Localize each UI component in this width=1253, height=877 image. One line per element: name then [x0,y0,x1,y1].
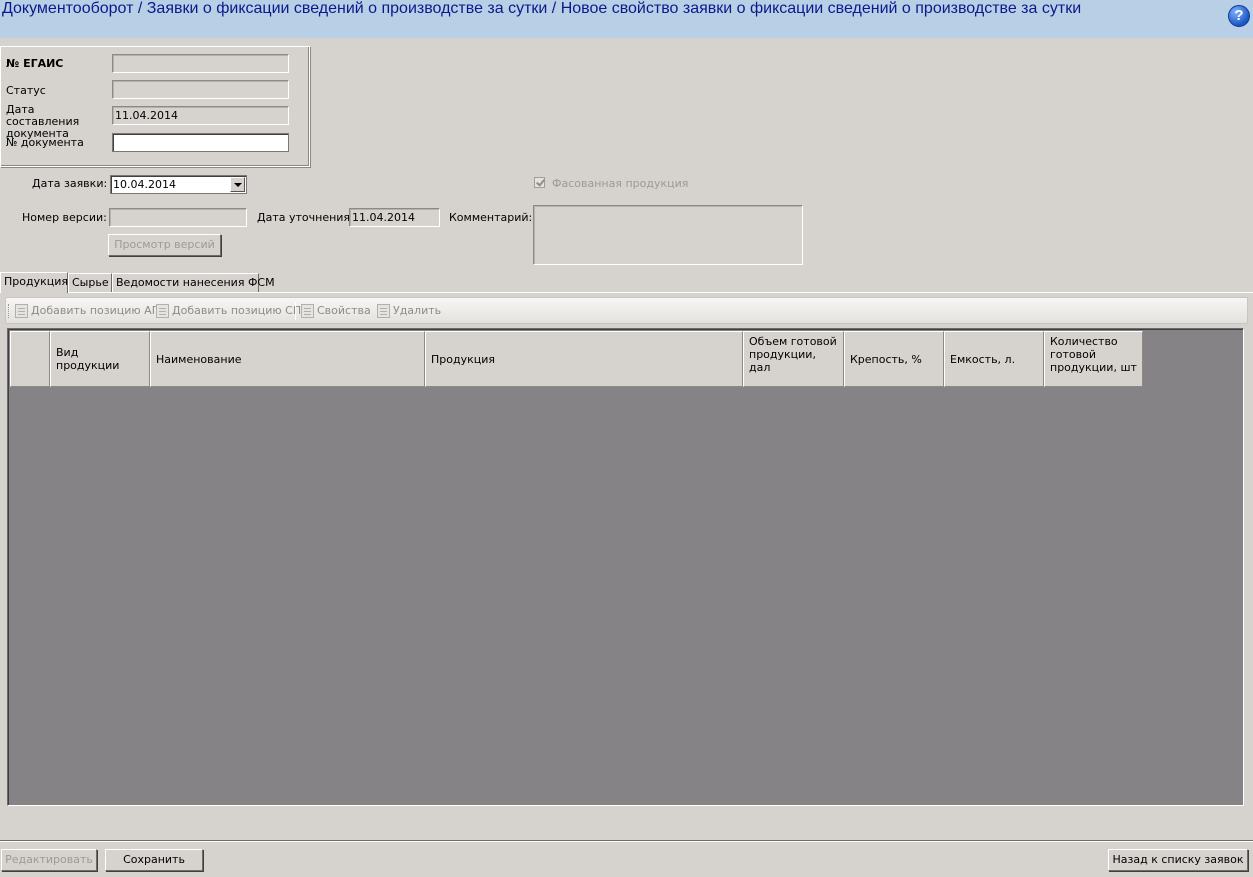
column-header-product-type[interactable]: Вид продукции [50,331,150,387]
toolbar-grip [8,304,10,318]
page-title: Документооборот / Заявки о фиксации свед… [2,0,1082,17]
delete-label: Удалить [393,304,442,317]
tab-fsm-statements[interactable]: Ведомости нанесения ФСМ [112,273,275,292]
doc-number-label: № документа [6,136,84,149]
version-field [109,208,247,227]
column-header-name[interactable]: Наименование [150,331,425,387]
column-header-capacity[interactable]: Емкость, л. [944,331,1044,387]
tab-divider [0,292,1253,293]
egais-field[interactable] [112,54,289,73]
status-label: Статус [6,84,46,97]
clarify-date-label: Дата уточнения: [257,211,354,224]
add-ap-button[interactable]: Добавить позицию АП [15,303,160,319]
column-header-select[interactable] [10,331,50,387]
request-date-value: 10.04.2014 [113,178,176,191]
tab-products[interactable]: Продукция [0,272,68,293]
add-ap-label: Добавить позицию АП [31,304,160,317]
add-sp-button[interactable]: Добавить позицию СП [156,303,301,319]
packaged-label: Фасованная продукция [552,177,689,190]
egais-label: № ЕГАИС [6,57,64,70]
properties-icon [301,304,314,318]
help-icon[interactable]: ? [1228,5,1250,27]
version-label: Номер версии: [22,211,107,224]
doc-number-field[interactable] [112,133,289,152]
footer-divider [0,840,1253,842]
products-grid[interactable]: Вид продукции Наименование Продукция Объ… [7,328,1244,806]
comment-label: Комментарий: [449,211,533,224]
column-header-strength[interactable]: Крепость, % [844,331,944,387]
back-to-list-button[interactable]: Назад к списку заявок [1108,849,1248,871]
add-sp-label: Добавить позицию СП [172,304,302,317]
save-button[interactable]: Сохранить [105,849,203,871]
delete-button[interactable]: Удалить [377,303,441,319]
comment-textarea[interactable] [533,205,803,265]
grid-toolbar: Добавить позицию АП Добавить позицию СП … [5,297,1248,324]
column-header-volume[interactable]: Объем готовой продукции, дал [743,331,844,387]
clarify-date-field: 11.04.2014 [349,208,440,227]
document-delete-icon [377,304,390,318]
tab-raw-materials[interactable]: Сырье [68,273,112,292]
chevron-down-icon[interactable] [230,177,245,192]
properties-button[interactable]: Свойства [301,303,371,319]
request-date-label: Дата заявки: [32,177,108,190]
doc-date-label: Дата составления документа [6,103,80,140]
document-add-icon [156,304,169,318]
edit-button[interactable]: Редактировать [1,849,97,871]
grid-header: Вид продукции Наименование Продукция Объ… [10,331,1143,387]
status-field [112,80,289,99]
toolbar-separator [295,302,296,320]
view-versions-button[interactable]: Просмотр версий [108,234,221,256]
column-header-product[interactable]: Продукция [425,331,743,387]
document-add-icon [15,304,28,318]
properties-label: Свойства [317,304,371,317]
title-bar: Документооборот / Заявки о фиксации свед… [0,0,1253,38]
packaged-checkbox[interactable] [534,177,545,188]
doc-date-field: 11.04.2014 [112,106,289,125]
request-date-select[interactable]: 10.04.2014 [110,175,247,194]
column-header-quantity[interactable]: Количество готовой продукции, шт [1044,331,1143,387]
